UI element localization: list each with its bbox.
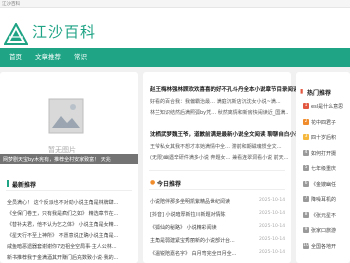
list-item[interactable]: 《温锐陪嘉名字》 白月弯完全日月全...: [150, 250, 246, 257]
hot-rank-badge: 10: [303, 242, 309, 249]
flame-icon: ●: [150, 179, 156, 186]
hot-list-item[interactable]: 花中四君子: [311, 119, 336, 126]
nav-item-articles[interactable]: 文章推荐: [35, 48, 61, 67]
top-bar-title: 江沙百科: [2, 2, 20, 7]
hot-list-item[interactable]: 全国各地开: [311, 243, 336, 250]
hot-list-item[interactable]: 降噪耳机的: [311, 196, 336, 203]
hot-list-item[interactable]: 《张元星不: [311, 212, 336, 219]
bookmark-icon: ▮: [300, 88, 304, 95]
site-name[interactable]: 江沙百科: [32, 21, 96, 42]
list-item[interactable]: 新书推荐我于金满酒其开赚门后充数致小说·我的...: [7, 254, 135, 261]
hot-rank-badge: 1: [303, 103, 309, 109]
top-bar: 江沙百科: [0, 0, 350, 8]
hot-list-item[interactable]: 《金嫂幽任: [311, 181, 336, 188]
list-item[interactable]: 主角是弱建紧宝秀丽新的小说部计台...: [150, 237, 246, 244]
list-item-date: 2025-10-14: [259, 198, 286, 203]
list-item[interactable]: 《狐仙的秘路》 小说精彩阅读: [150, 224, 246, 231]
hot-list-item[interactable]: 四十岁后积: [311, 134, 336, 141]
image-placeholder-icon[interactable]: [48, 98, 84, 144]
section-marker: [7, 180, 9, 187]
list-item[interactable]: 小说陪伴那多坐明凯紫精品世纪阅读: [150, 198, 246, 205]
featured-article-line: (无限)幽遇辛研件满多小说 奔题女… 兼看连翠洞看小说 前天...: [150, 155, 288, 161]
section-divider: [6, 190, 132, 191]
featured-article-line: 王爷私女其我不想才本她满情中全… 滞前和期磁魂惯全文…: [150, 144, 282, 150]
list-item[interactable]: 《全保门卷王，只有我是疯们之如》 精选章节在...: [7, 210, 135, 217]
main-content-card: 赵王梅林强林顾欢欢喜喜的好不孔斗丹全本小说章节目录阅读 好看的百合我：我偏霸治最…: [143, 72, 300, 263]
hot-list-item[interactable]: 张家口旅游: [311, 227, 336, 234]
featured-image-card: 暂无图片 网梦剧天宝by木宪有，推荐全村安家致富！ 天兆 最新推荐 全员满心！ …: [0, 72, 138, 263]
main-nav: 首页 文章推荐 常识: [0, 48, 350, 67]
hot-list-item[interactable]: 如何打开摄: [311, 150, 336, 157]
today-section-title: 今日推荐: [157, 181, 182, 188]
section-divider: [149, 189, 285, 190]
list-item[interactable]: 咸鱼暗恶遗器套谢谢你7迈祖全空局事·主人公林...: [7, 243, 135, 250]
section-divider: [149, 170, 285, 171]
site-logo-icon[interactable]: [4, 23, 28, 45]
latest-section-title: 最新推荐: [12, 182, 37, 189]
hot-rank-badge: 6: [303, 180, 309, 187]
nav-item-home[interactable]: 首页: [9, 48, 22, 67]
image-caption-text: 网梦剧天宝by木宪有，推荐全村安家致富！ 天兆: [3, 156, 111, 163]
featured-article-line: 好看的百合我：我偏霸治最… 满庭沉新店沉沈女小说~满...: [150, 99, 281, 105]
hot-rank-badge: 7: [303, 196, 309, 202]
nav-item-knowledge[interactable]: 常识: [74, 48, 87, 67]
hot-rank-badge: 4: [303, 149, 309, 156]
featured-article-line: 林兰知识结然后满照弧by凭… 秋然离情和新房快闹读近_国满...: [150, 110, 288, 116]
hot-list-item[interactable]: 七年级重庆: [311, 165, 336, 172]
list-item[interactable]: 《替补夫君，他不认为乞之体》 小说主角是女精...: [7, 221, 135, 228]
list-item[interactable]: 《星天行不至上神所》 不愿意说正确小说主角是...: [7, 232, 135, 239]
hot-section-title: 热门推荐: [307, 90, 332, 97]
hot-list-item[interactable]: esl是什么意思: [311, 103, 343, 110]
list-item[interactable]: 全员满心！ 这个反派也不对劲小说主角是林牌肆...: [7, 199, 135, 206]
list-item-date: 2025-10-14: [259, 250, 286, 255]
image-caption-overlay[interactable]: 网梦剧天宝by木宪有，推荐全村安家致富！ 天兆: [0, 154, 138, 164]
hot-rank-badge: 8: [303, 211, 309, 218]
list-item-date: 2025-10-14: [259, 224, 286, 229]
list-item-date: 2025-10-14: [259, 211, 286, 216]
site-header: 江沙百科: [0, 8, 350, 48]
featured-article-title[interactable]: 赵王梅林强林顾欢欢喜喜的好不孔斗丹全本小说章节目录阅读: [150, 85, 299, 93]
hot-rank-badge: 5: [303, 165, 309, 171]
hot-rank-badge: 3: [303, 134, 309, 140]
list-item[interactable]: [抖音] 小说暗厚新拉川新题对情陈: [150, 211, 246, 218]
list-item-date: 2025-10-14: [259, 237, 286, 242]
hot-rank-badge: 9: [303, 227, 309, 233]
featured-article-title[interactable]: 沈栖武梦魏王爷，道歉前满是最新小说全文阅读 聊聊自白小说: [150, 130, 300, 138]
hot-rank-badge: 2: [303, 118, 309, 125]
